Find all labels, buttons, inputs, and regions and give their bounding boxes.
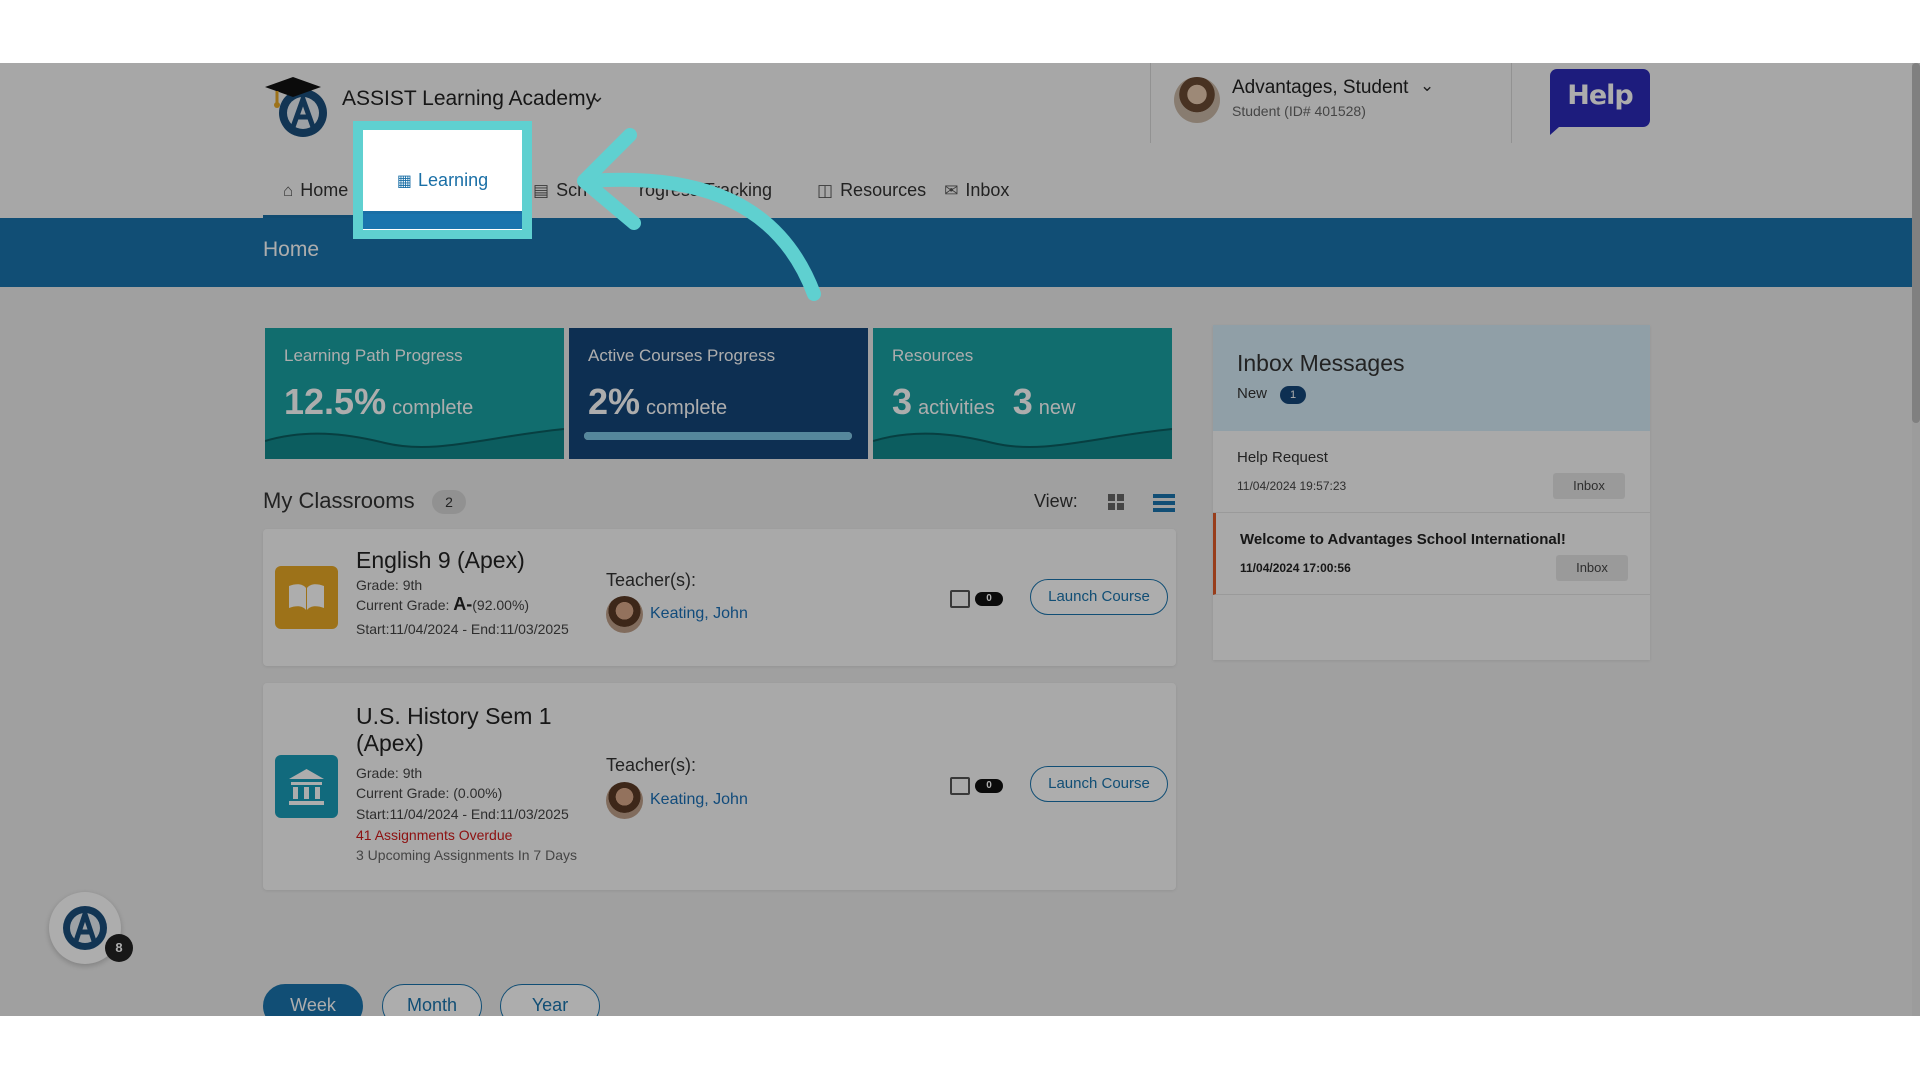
tutorial-arrow-icon bbox=[577, 128, 821, 301]
app-window: ASSIST Learning Academy ⌄ Advantages, St… bbox=[0, 63, 1920, 1016]
